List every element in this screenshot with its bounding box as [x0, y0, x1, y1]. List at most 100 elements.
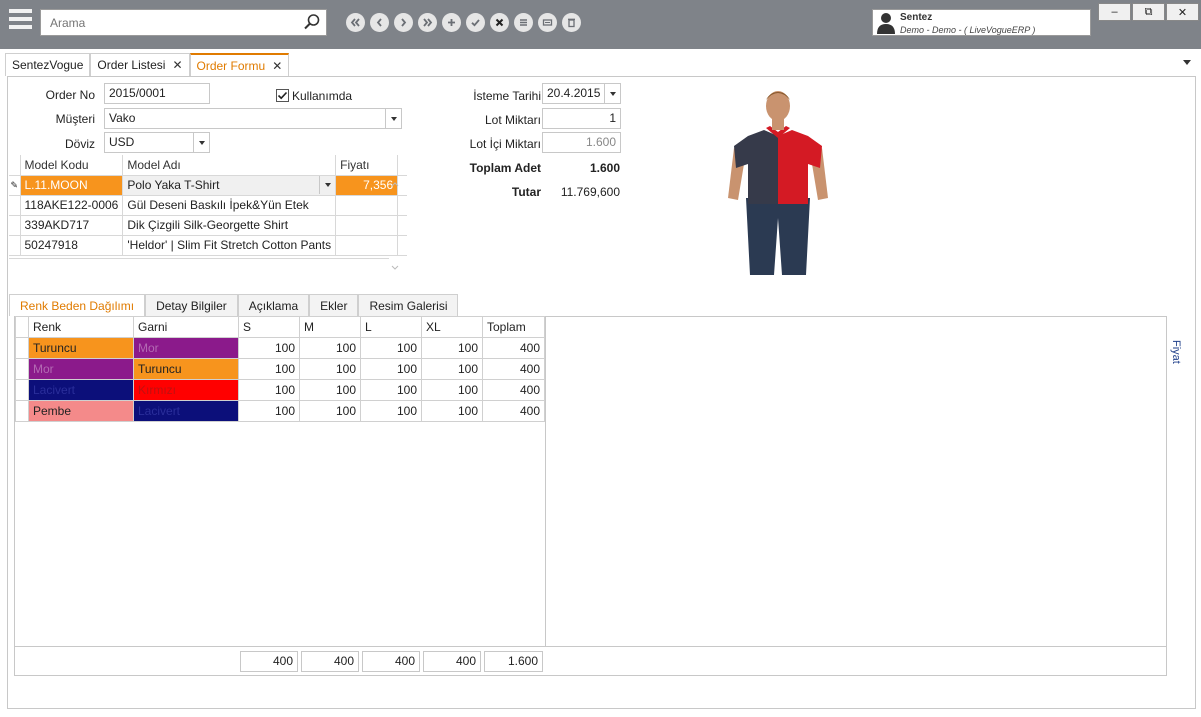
- delete-button[interactable]: [562, 13, 581, 32]
- search-input[interactable]: [41, 10, 291, 35]
- column-header[interactable]: Garni: [133, 316, 239, 338]
- tab-renk-beden-dagilimi[interactable]: Renk Beden Dağılımı: [9, 294, 146, 316]
- model-name-cell[interactable]: Polo Yaka T-Shirt: [122, 174, 337, 196]
- table-row[interactable]: Lacivert Kırmızı 100 100 100 100 400: [15, 379, 545, 401]
- close-tab-icon[interactable]: ✕: [172, 58, 182, 72]
- search-icon[interactable]: [303, 13, 321, 31]
- next-icon: [401, 18, 407, 27]
- tab-detay-bilgiler[interactable]: Detay Bilgiler: [145, 294, 238, 316]
- table-row[interactable]: 118AKE122-0006 Gül Deseni Baskılı İpek&Y…: [9, 194, 407, 216]
- table-row[interactable]: 50247918 'Heldor' | Slim Fit Stretch Cot…: [9, 234, 407, 256]
- tab-aciklama[interactable]: Açıklama: [237, 294, 310, 316]
- size-l-cell[interactable]: 100: [360, 400, 422, 422]
- size-m-cell[interactable]: 100: [299, 337, 361, 359]
- table-row[interactable]: 339AKD717 Dik Çizgili Silk-Georgette Shi…: [9, 214, 407, 236]
- first-record-button[interactable]: [346, 13, 365, 32]
- doviz-value: USD: [109, 135, 135, 149]
- previous-record-button[interactable]: [370, 13, 389, 32]
- size-s-cell[interactable]: 100: [238, 379, 300, 401]
- model-code-cell[interactable]: 118AKE122-0006: [19, 194, 124, 216]
- size-xl-cell[interactable]: 100: [421, 400, 483, 422]
- model-grid-scrollbar[interactable]: [388, 178, 402, 274]
- isteme-tarihi-field[interactable]: 20.4.2015: [542, 83, 621, 104]
- confirm-button[interactable]: [466, 13, 485, 32]
- tab-order-formu[interactable]: Order Formu ✕: [189, 53, 290, 76]
- tab-order-listesi[interactable]: Order Listesi ✕: [90, 53, 190, 76]
- fiyat-side-tab[interactable]: Fiyat: [1170, 340, 1182, 364]
- chevron-down-icon[interactable]: [193, 133, 209, 152]
- chevron-down-icon[interactable]: [385, 109, 401, 128]
- next-record-button[interactable]: [394, 13, 413, 32]
- list-button[interactable]: [514, 13, 533, 32]
- size-s-cell[interactable]: 100: [238, 358, 300, 380]
- column-header[interactable]: XL: [421, 316, 483, 338]
- garni-cell[interactable]: Mor: [133, 337, 239, 359]
- model-code-cell[interactable]: 50247918: [19, 234, 124, 256]
- cancel-button[interactable]: [490, 13, 509, 32]
- filler-header: [397, 155, 407, 176]
- model-code-cell[interactable]: L.11.MOON: [19, 174, 124, 196]
- column-header[interactable]: S: [238, 316, 300, 338]
- close-button[interactable]: ✕: [1166, 3, 1199, 21]
- table-row[interactable]: Turuncu Mor 100 100 100 100 400: [15, 337, 545, 359]
- size-xl-cell[interactable]: 100: [421, 379, 483, 401]
- last-icon: [423, 18, 433, 27]
- model-name-cell[interactable]: Dik Çizgili Silk-Georgette Shirt: [122, 214, 337, 236]
- garni-cell[interactable]: Turuncu: [133, 358, 239, 380]
- size-m-cell[interactable]: 100: [299, 358, 361, 380]
- print-button[interactable]: [538, 13, 557, 32]
- tab-ekler[interactable]: Ekler: [309, 294, 359, 316]
- tab-sentezvogue[interactable]: SentezVogue: [5, 53, 91, 76]
- tab-resim-galerisi[interactable]: Resim Galerisi: [358, 294, 459, 316]
- close-tab-icon[interactable]: ✕: [272, 59, 282, 73]
- add-record-button[interactable]: [442, 13, 461, 32]
- table-row[interactable]: Pembe Lacivert 100 100 100 100 400: [15, 400, 545, 422]
- garni-cell[interactable]: Lacivert: [133, 400, 239, 422]
- model-name-cell[interactable]: Gül Deseni Baskılı İpek&Yün Etek: [122, 194, 337, 216]
- renk-cell[interactable]: Mor: [28, 358, 134, 380]
- chevron-down-icon[interactable]: [319, 176, 335, 194]
- size-m-cell[interactable]: 100: [299, 379, 361, 401]
- column-header[interactable]: L: [360, 316, 422, 338]
- order-no-field[interactable]: 2015/0001: [104, 83, 210, 104]
- size-m-cell[interactable]: 100: [299, 400, 361, 422]
- user-info[interactable]: Sentez Demo - Demo - ( LiveVogueERP ): [872, 9, 1091, 36]
- garni-cell[interactable]: Kırmızı: [133, 379, 239, 401]
- calendar-dropdown-icon[interactable]: [604, 84, 620, 103]
- doviz-select[interactable]: USD: [104, 132, 210, 153]
- column-header[interactable]: Model Kodu: [19, 155, 124, 176]
- size-l-cell[interactable]: 100: [360, 379, 422, 401]
- size-l-cell[interactable]: 100: [360, 337, 422, 359]
- renk-cell[interactable]: Turuncu: [28, 337, 134, 359]
- size-s-cell[interactable]: 100: [238, 400, 300, 422]
- table-row[interactable]: Mor Turuncu 100 100 100 100 400: [15, 358, 545, 380]
- renk-cell[interactable]: Lacivert: [28, 379, 134, 401]
- toplam-cell: 400: [482, 379, 545, 401]
- model-code-cell[interactable]: 339AKD717: [19, 214, 124, 236]
- column-header[interactable]: Fiyatı: [335, 155, 399, 176]
- total-toplam: 1.600: [484, 651, 543, 672]
- size-l-cell[interactable]: 100: [360, 358, 422, 380]
- row-indicator: [9, 234, 21, 256]
- kullanimda-checkbox[interactable]: [276, 89, 289, 102]
- table-row[interactable]: ✎ L.11.MOON Polo Yaka T-Shirt 7,356: [9, 174, 407, 196]
- renk-cell[interactable]: Pembe: [28, 400, 134, 422]
- restore-button[interactable]: ⧉: [1132, 3, 1165, 21]
- totals-separator: [15, 646, 1167, 647]
- last-record-button[interactable]: [418, 13, 437, 32]
- lot-miktari-field[interactable]: 1: [542, 108, 621, 129]
- minimize-button[interactable]: ‒: [1098, 3, 1131, 21]
- column-header[interactable]: Model Adı: [122, 155, 337, 176]
- total-xl: 400: [423, 651, 481, 672]
- doviz-label: Döviz: [64, 137, 95, 151]
- musteri-select[interactable]: Vako: [104, 108, 402, 129]
- column-header[interactable]: M: [299, 316, 361, 338]
- size-xl-cell[interactable]: 100: [421, 337, 483, 359]
- column-header[interactable]: Renk: [28, 316, 134, 338]
- size-xl-cell[interactable]: 100: [421, 358, 483, 380]
- model-name-cell[interactable]: 'Heldor' | Slim Fit Stretch Cotton Pants: [122, 234, 337, 256]
- hamburger-menu-icon[interactable]: [9, 9, 32, 35]
- column-header[interactable]: Toplam: [482, 316, 545, 338]
- tab-list-dropdown-icon[interactable]: [1183, 60, 1191, 65]
- size-s-cell[interactable]: 100: [238, 337, 300, 359]
